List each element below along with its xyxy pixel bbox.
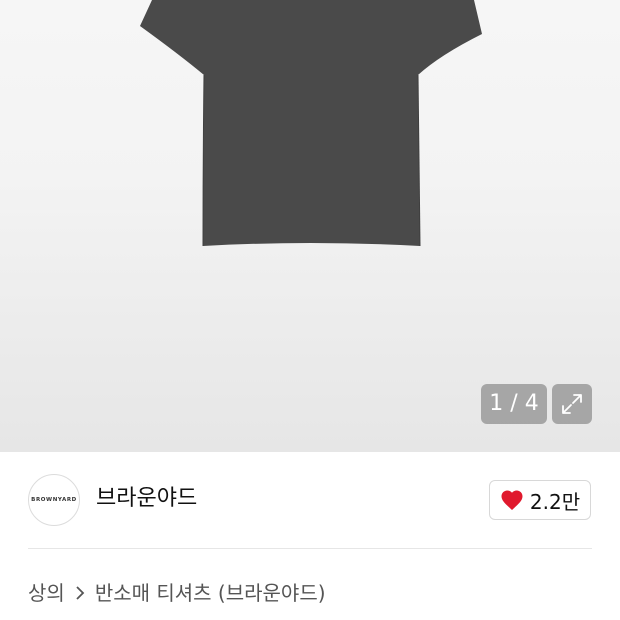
like-count: 2.2만 xyxy=(529,489,581,514)
breadcrumb-subcategory[interactable]: 반소매 티셔츠 (브라운야드) xyxy=(95,578,326,608)
brand-logo-text: BROWNYARD xyxy=(31,497,77,503)
expand-button[interactable] xyxy=(552,384,592,424)
brand-logo[interactable]: BROWNYARD xyxy=(28,474,80,526)
expand-icon xyxy=(562,394,582,414)
product-image-gallery[interactable]: 1 / 4 xyxy=(0,0,620,452)
divider xyxy=(28,548,592,549)
brand-row: BROWNYARD 브라운야드 2.2만 xyxy=(0,452,620,548)
heart-icon xyxy=(501,490,523,510)
brand-name[interactable]: 브라운야드 xyxy=(96,484,197,514)
chevron-right-icon xyxy=(75,586,85,600)
like-button[interactable]: 2.2만 xyxy=(489,480,591,520)
image-counter: 1 / 4 xyxy=(481,384,547,424)
breadcrumb-category[interactable]: 상의 xyxy=(28,578,65,608)
breadcrumb: 상의 반소매 티셔츠 (브라운야드) xyxy=(28,578,326,608)
